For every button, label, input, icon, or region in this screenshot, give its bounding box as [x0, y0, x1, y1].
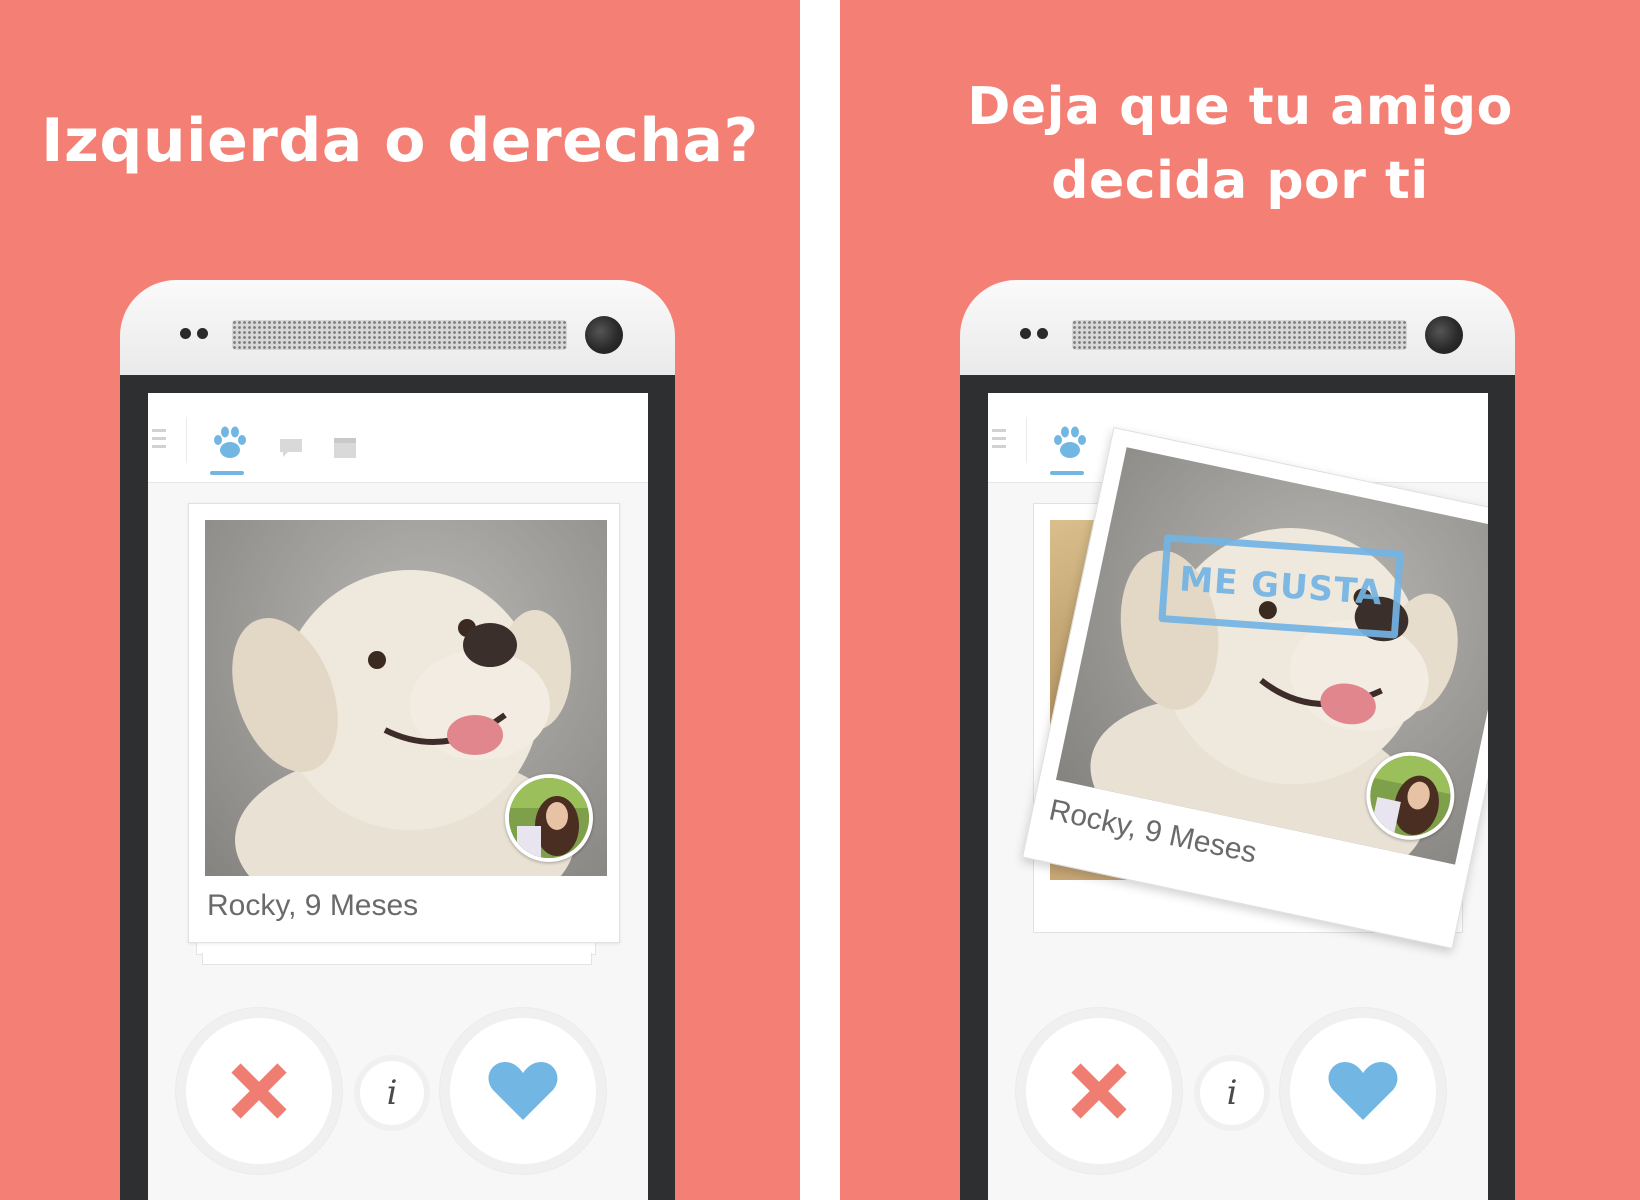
active-tab-indicator [210, 471, 244, 475]
front-camera [585, 316, 623, 354]
dislike-button[interactable] [1026, 1018, 1172, 1164]
like-stamp: ME GUSTA [1158, 534, 1404, 639]
phone-top-bezel [960, 280, 1515, 380]
phone-top-bezel [120, 280, 675, 380]
card-stack: Rocky, 9 Meses [188, 503, 620, 965]
active-tab-indicator [1050, 471, 1084, 475]
owner-avatar[interactable] [505, 774, 593, 862]
info-button[interactable]: i [360, 1061, 424, 1125]
headline-line-1: Deja que tu amigo [967, 77, 1513, 137]
dislike-button[interactable] [186, 1018, 332, 1164]
nav-divider [186, 417, 187, 463]
sensor-dots [180, 328, 208, 339]
info-button[interactable]: i [1200, 1061, 1264, 1125]
front-camera [1425, 316, 1463, 354]
menu-icon[interactable] [992, 429, 1006, 451]
headline: Deja que tu amigo decida por ti [840, 70, 1640, 218]
phone-mockup: ME GUSTA Rocky, 9 Meses i [960, 280, 1515, 1200]
profile-card[interactable]: Rocky, 9 Meses [188, 503, 620, 943]
info-icon: i [1226, 1073, 1238, 1113]
dog-photo: ME GUSTA [1055, 447, 1488, 865]
heart-icon [488, 1062, 558, 1120]
phone-mockup: Rocky, 9 Meses i [120, 280, 675, 1200]
sensor-dots [1020, 328, 1048, 339]
app-screen: ME GUSTA Rocky, 9 Meses i [988, 393, 1488, 1200]
calendar-icon[interactable] [333, 435, 357, 459]
headline-line-2: decida por ti [1051, 151, 1429, 211]
menu-icon[interactable] [152, 429, 166, 451]
dog-photo [205, 520, 607, 876]
paw-icon[interactable] [1050, 423, 1090, 461]
app-screen: Rocky, 9 Meses i [148, 393, 648, 1200]
headline: Izquierda o derecha? [41, 106, 759, 176]
paw-icon[interactable] [210, 423, 250, 461]
heart-icon [1328, 1062, 1398, 1120]
close-icon [1071, 1063, 1127, 1119]
close-icon [231, 1063, 287, 1119]
like-button[interactable] [450, 1018, 596, 1164]
promo-panel-right: Deja que tu amigo decida por ti ME GUSTA… [840, 0, 1640, 1200]
chat-icon[interactable] [278, 437, 304, 459]
info-icon: i [386, 1073, 398, 1113]
speaker-grille [232, 320, 567, 350]
card-stack-edge [202, 953, 592, 965]
nav-divider [1026, 417, 1027, 463]
promo-panel-left: Izquierda o derecha? Rocky, 9 Meses i [0, 0, 800, 1200]
speaker-grille [1072, 320, 1407, 350]
top-nav [148, 393, 648, 483]
like-button[interactable] [1290, 1018, 1436, 1164]
profile-caption: Rocky, 9 Meses [207, 889, 419, 922]
